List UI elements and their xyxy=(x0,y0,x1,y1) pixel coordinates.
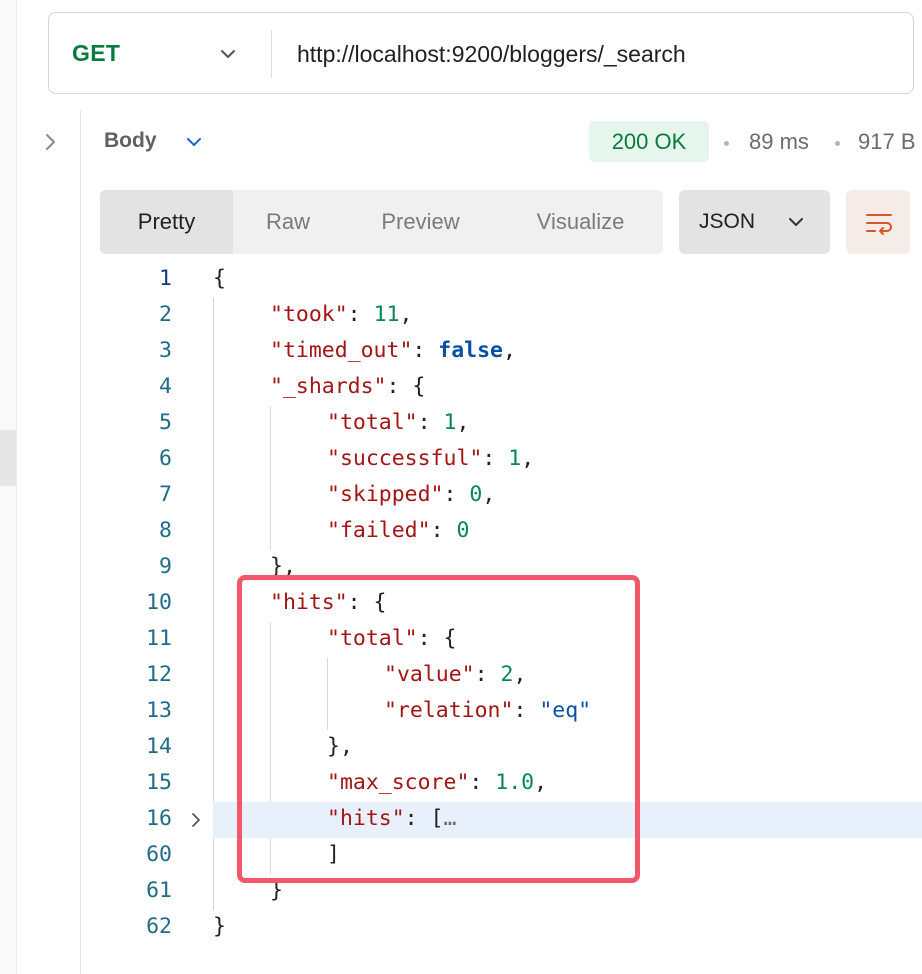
line-number: 60 xyxy=(146,842,172,867)
json-punct: , xyxy=(399,302,413,327)
json-punct: , xyxy=(521,446,535,471)
json-punct: : xyxy=(430,518,457,543)
line-number: 16 xyxy=(146,806,172,831)
json-boolean: false xyxy=(438,338,504,363)
wrap-lines-icon xyxy=(866,214,892,235)
code-text: "skipped": 0, xyxy=(327,482,495,507)
method-select[interactable]: GET xyxy=(72,40,120,67)
code-line: 6 "successful": 1, xyxy=(0,442,922,478)
code-line: 5 "total": 1, xyxy=(0,406,922,442)
json-punct: : xyxy=(482,446,509,471)
response-size[interactable]: 917 B xyxy=(858,129,916,155)
json-punct: : xyxy=(417,410,444,435)
chevron-down-icon[interactable] xyxy=(217,43,239,65)
line-number: 2 xyxy=(159,302,172,327)
response-body-label[interactable]: Body xyxy=(104,129,157,153)
json-punct: , xyxy=(503,338,516,363)
json-key: "successful" xyxy=(327,446,483,471)
wrap-lines-button[interactable] xyxy=(846,190,910,254)
tab-preview[interactable]: Preview xyxy=(343,190,498,254)
code-text: "failed": 0 xyxy=(327,518,469,543)
tab-pretty[interactable]: Pretty xyxy=(100,190,233,254)
line-number: 13 xyxy=(146,698,172,723)
separator-dot xyxy=(835,141,840,146)
code-line: 3 "timed_out": false, xyxy=(0,334,922,370)
line-number: 15 xyxy=(146,770,172,795)
line-number: 1 xyxy=(159,266,172,291)
json-key: "total" xyxy=(327,410,418,435)
format-label: JSON xyxy=(699,210,756,233)
json-punct: , xyxy=(482,482,496,507)
json-number: 0 xyxy=(469,482,483,507)
chevron-right-icon[interactable] xyxy=(188,811,204,829)
line-number: 5 xyxy=(159,410,172,435)
code-line: 62 } xyxy=(0,910,922,946)
annotation-highlight-box xyxy=(237,575,640,883)
url-input[interactable]: http://localhost:9200/bloggers/_search xyxy=(297,41,686,68)
line-number: 9 xyxy=(159,554,172,579)
code-text: "total": 1, xyxy=(327,410,469,435)
line-number: 3 xyxy=(159,338,172,363)
line-number: 11 xyxy=(146,626,172,651)
line-number: 7 xyxy=(159,482,172,507)
code-line: 2 "took": 11, xyxy=(0,298,922,334)
code-text: "timed_out": false, xyxy=(270,338,516,363)
separator-dot xyxy=(724,141,729,146)
json-punct: : xyxy=(347,302,374,327)
code-line: 1 { xyxy=(0,262,922,298)
json-punct: : xyxy=(412,338,439,363)
code-text: { xyxy=(213,266,226,291)
chevron-down-icon xyxy=(789,218,803,226)
json-punct: { xyxy=(213,266,226,291)
json-key: "took" xyxy=(270,302,348,327)
line-number: 6 xyxy=(159,446,172,471)
json-punct: : xyxy=(443,482,470,507)
code-text: "_shards": { xyxy=(270,374,425,399)
code-line: 7 "skipped": 0, xyxy=(0,478,922,514)
line-number: 8 xyxy=(159,518,172,543)
url-bar[interactable]: GET http://localhost:9200/bloggers/_sear… xyxy=(48,12,914,94)
line-number: 12 xyxy=(146,662,172,687)
json-number: 1 xyxy=(508,446,522,471)
tab-raw[interactable]: Raw xyxy=(233,190,343,254)
status-text: 200 OK xyxy=(611,129,687,154)
code-text: "successful": 1, xyxy=(327,446,534,471)
json-punct: : { xyxy=(386,374,426,399)
json-key: "skipped" xyxy=(327,482,444,507)
line-number: 62 xyxy=(146,914,172,939)
line-number: 14 xyxy=(146,734,172,759)
json-key: "_shards" xyxy=(270,374,387,399)
line-number: 4 xyxy=(159,374,172,399)
line-number: 61 xyxy=(146,878,172,903)
code-text: "took": 11, xyxy=(270,302,412,327)
format-select[interactable]: JSON xyxy=(679,190,830,254)
json-key: "failed" xyxy=(327,518,431,543)
code-line: 8 "failed": 0 xyxy=(0,514,922,550)
json-punct: , xyxy=(456,410,470,435)
response-time[interactable]: 89 ms xyxy=(749,129,809,155)
view-mode-tabs: Pretty Raw Preview Visualize xyxy=(100,190,663,254)
code-line: 4 "_shards": { xyxy=(0,370,922,406)
code-text: } xyxy=(213,914,226,939)
json-key: "timed_out" xyxy=(270,338,413,363)
status-badge[interactable]: 200 OK xyxy=(589,121,709,162)
url-divider xyxy=(271,30,272,78)
chevron-down-icon[interactable] xyxy=(183,131,205,153)
json-number: 0 xyxy=(456,518,470,543)
chevron-right-icon[interactable] xyxy=(40,130,60,154)
json-number: 1 xyxy=(443,410,457,435)
line-number: 10 xyxy=(146,590,172,615)
tab-visualize[interactable]: Visualize xyxy=(498,190,663,254)
json-punct: } xyxy=(213,914,226,939)
json-number: 11 xyxy=(373,302,400,327)
